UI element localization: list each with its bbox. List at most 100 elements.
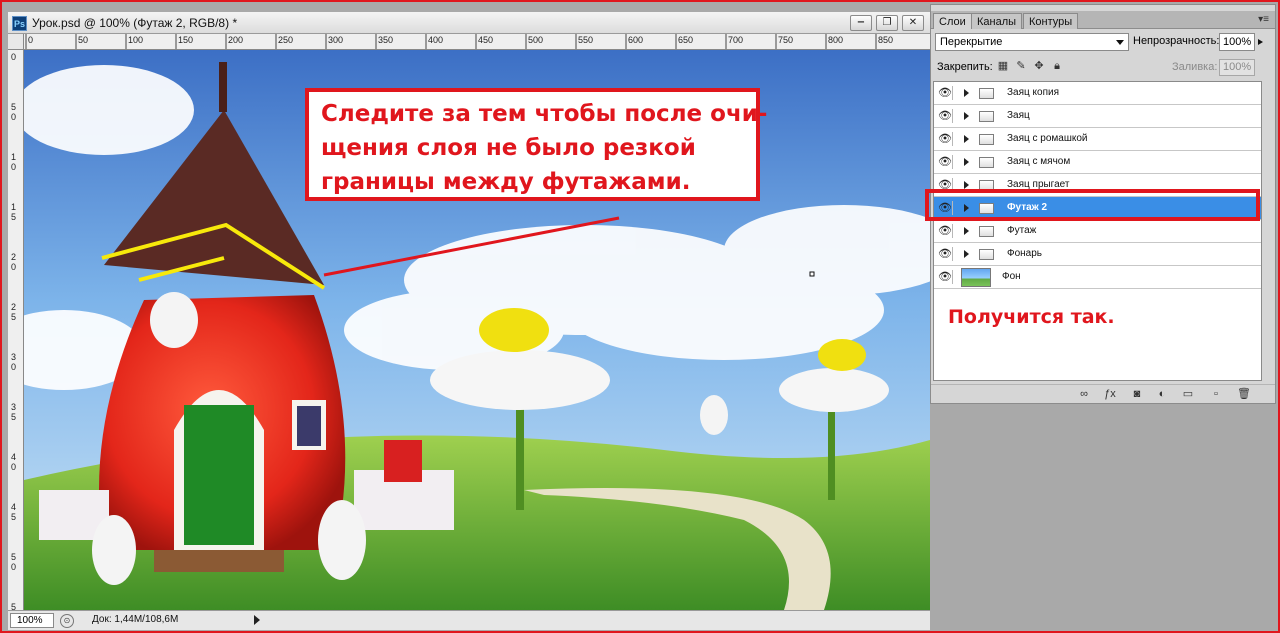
- expand-triangle-icon[interactable]: [964, 135, 969, 143]
- expand-triangle-icon[interactable]: [964, 227, 969, 235]
- link-icon[interactable]: ∞: [1077, 388, 1091, 400]
- ruler-label: 3: [11, 402, 17, 412]
- folder-icon: [979, 157, 994, 168]
- ruler-label: 500: [528, 35, 544, 45]
- layer-name: Заяц с мячом: [1007, 156, 1071, 167]
- horizontal-ruler[interactable]: 0 50 100 150 200 250 300 350 400 450 500…: [24, 34, 930, 50]
- layer-name: Футаж: [1007, 225, 1037, 236]
- layer-name: Заяц с ромашкой: [1007, 133, 1088, 144]
- eye-icon[interactable]: 👁︎: [938, 155, 953, 169]
- blend-mode-select[interactable]: Перекрытие: [935, 33, 1129, 51]
- layer-row[interactable]: 👁︎ Заяц с мячом: [934, 151, 1261, 174]
- layer-name: Заяц: [1007, 110, 1030, 121]
- ruler-label: 0: [28, 35, 34, 45]
- ruler-label: 5: [11, 552, 17, 562]
- annotation-callout: Следите за тем чтобы после очи- щения сл…: [305, 88, 767, 201]
- annotation-line: границы между футажами.: [321, 169, 691, 195]
- tab-paths[interactable]: Контуры: [1023, 13, 1079, 29]
- annotation-line: щения слоя не было резкой: [321, 135, 696, 161]
- new-layer-icon[interactable]: ▫: [1209, 388, 1223, 400]
- layer-name: Фонарь: [1007, 248, 1043, 259]
- mask-icon[interactable]: ◙: [1130, 388, 1144, 400]
- ruler-label: 300: [328, 35, 344, 45]
- layer-row[interactable]: 👁︎ Заяц: [934, 105, 1261, 128]
- ruler-origin[interactable]: [8, 34, 24, 50]
- ruler-label: 100: [128, 35, 144, 45]
- restore-icon[interactable]: ❐: [876, 15, 898, 31]
- zoom-field[interactable]: 100%: [10, 613, 54, 628]
- vertical-ruler[interactable]: 0 5 0 1 0 1 5 2 0 2 5 3 0 3 5 4 0 4 5 5 …: [8, 50, 24, 620]
- lock-pixels-icon[interactable]: ✎: [1015, 60, 1027, 73]
- fx-icon[interactable]: ƒx: [1103, 388, 1117, 400]
- group-icon[interactable]: ▭: [1181, 388, 1195, 400]
- ruler-label: 1: [11, 152, 17, 162]
- ruler-label: 0: [11, 262, 17, 272]
- ruler-label: 0: [11, 362, 17, 372]
- panel-tabs: Слои Каналы Контуры ▾≡: [931, 11, 1275, 29]
- layer-row[interactable]: 👁︎ Фон: [934, 266, 1261, 289]
- close-icon[interactable]: ✕: [902, 15, 924, 31]
- status-info-icon[interactable]: ⊙: [60, 614, 74, 628]
- lock-position-icon[interactable]: ✥: [1033, 60, 1045, 73]
- eye-icon[interactable]: 👁︎: [938, 132, 953, 146]
- eye-icon[interactable]: 👁︎: [938, 109, 953, 123]
- layer-row[interactable]: 👁︎ Футаж: [934, 220, 1261, 243]
- opacity-field[interactable]: 100%: [1219, 33, 1255, 51]
- ruler-label: 5: [11, 212, 17, 222]
- ruler-label: 600: [628, 35, 644, 45]
- lock-transparency-icon[interactable]: ▦: [997, 60, 1009, 73]
- ruler-label: 50: [78, 35, 89, 45]
- status-bar: 100% ⊙ Док: 1,44M/108,6M: [8, 610, 930, 630]
- expand-triangle-icon[interactable]: [964, 112, 969, 120]
- document-titlebar[interactable]: Ps Урок.psd @ 100% (Футаж 2, RGB/8) * − …: [8, 12, 930, 34]
- ruler-label: 2: [11, 252, 17, 262]
- layer-row[interactable]: 👁︎ Фонарь: [934, 243, 1261, 266]
- expand-triangle-icon[interactable]: [964, 158, 969, 166]
- fill-field[interactable]: 100%: [1219, 59, 1255, 76]
- horizontal-ruler-ticks: [25, 34, 877, 49]
- expand-triangle-icon[interactable]: [964, 89, 969, 97]
- anchor-marker: [809, 271, 815, 277]
- layers-list: 👁︎ Заяц копия 👁︎ Заяц 👁︎ Заяц с ромашкой…: [933, 81, 1262, 381]
- layer-row[interactable]: 👁︎ Заяц копия: [934, 82, 1261, 105]
- adjustment-icon[interactable]: ◐: [1155, 388, 1169, 400]
- lock-label: Закрепить:: [937, 61, 993, 73]
- ruler-label: 650: [678, 35, 694, 45]
- layer-row[interactable]: 👁︎ Заяц с ромашкой: [934, 128, 1261, 151]
- ruler-label: 750: [778, 35, 794, 45]
- eye-icon[interactable]: 👁︎: [938, 86, 953, 100]
- folder-icon: [979, 226, 994, 237]
- ruler-label: 550: [578, 35, 594, 45]
- fill-label: Заливка:: [1172, 61, 1218, 73]
- blend-mode-value: Перекрытие: [940, 36, 1003, 48]
- layer-name: Фон: [1002, 271, 1021, 282]
- panel-menu-icon[interactable]: ▾≡: [1258, 14, 1269, 25]
- ruler-label: 850: [878, 35, 894, 45]
- opacity-slider-arrow-icon[interactable]: [1258, 39, 1263, 45]
- ruler-label: 450: [478, 35, 494, 45]
- lock-all-icon[interactable]: 🔒︎: [1051, 60, 1063, 73]
- ruler-label: 0: [11, 52, 17, 62]
- folder-icon: [979, 134, 994, 145]
- ruler-label: 0: [11, 462, 17, 472]
- expand-triangle-icon[interactable]: [964, 181, 969, 189]
- ruler-label: 5: [11, 312, 17, 322]
- eye-icon[interactable]: 👁︎: [938, 247, 953, 261]
- tab-layers[interactable]: Слои: [933, 13, 972, 29]
- ruler-label: 400: [428, 35, 444, 45]
- selected-layer-highlight-frame: [925, 189, 1260, 221]
- ruler-label: 3: [11, 352, 17, 362]
- ruler-label: 200: [228, 35, 244, 45]
- expand-triangle-icon[interactable]: [964, 250, 969, 258]
- ruler-label: 5: [11, 102, 17, 112]
- layer-name: Заяц копия: [1007, 87, 1059, 98]
- minimize-icon[interactable]: −: [850, 15, 872, 31]
- ruler-label: 4: [11, 452, 17, 462]
- status-menu-arrow-icon[interactable]: [254, 615, 260, 625]
- ruler-label: 700: [728, 35, 744, 45]
- trash-icon[interactable]: 🗑︎: [1237, 388, 1251, 400]
- chevron-down-icon: [1116, 40, 1124, 45]
- eye-icon[interactable]: 👁︎: [938, 224, 953, 238]
- eye-icon[interactable]: 👁︎: [938, 270, 953, 284]
- tab-channels[interactable]: Каналы: [971, 13, 1023, 29]
